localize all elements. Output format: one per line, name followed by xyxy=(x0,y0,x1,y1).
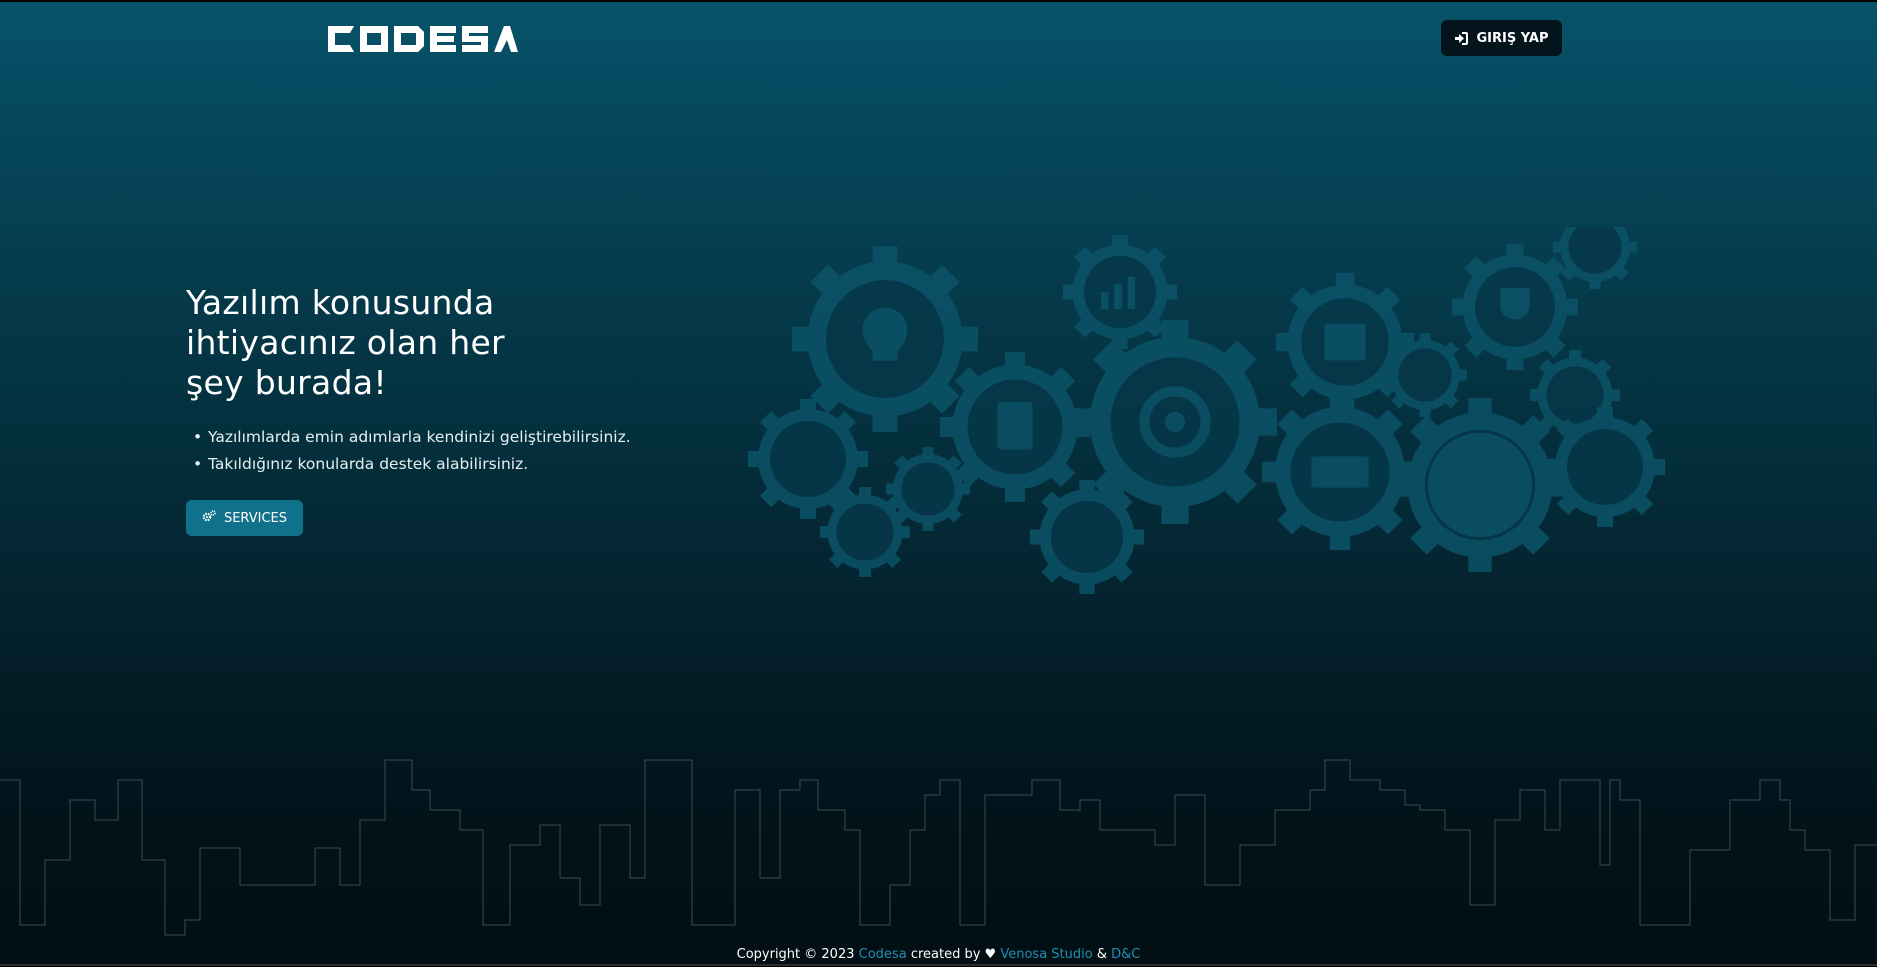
footer: Copyright © 2023 Codesa created by ♥ Ven… xyxy=(0,946,1877,964)
handshake-gear-icon xyxy=(1393,398,1567,572)
ampersand-text: & xyxy=(1096,947,1107,962)
services-button[interactable]: SERVICES xyxy=(186,500,303,536)
document-gear-icon xyxy=(940,352,1090,502)
feature-list: • Yazılımlarda emin adımlarla kendinizi g… xyxy=(193,424,631,478)
brand-link[interactable]: Codesa xyxy=(859,947,907,962)
feature-text: Yazılımlarda emin adımlarla kendinizi ge… xyxy=(208,428,631,446)
pencil-gear-icon xyxy=(1030,480,1144,594)
list-item: • Yazılımlarda emin adımlarla kendinizi g… xyxy=(193,424,631,451)
trophy-gear-icon xyxy=(1452,244,1578,370)
created-by-text: created by ♥ xyxy=(910,947,997,962)
city-skyline xyxy=(0,759,1877,936)
megaphone-gear-icon xyxy=(1545,407,1665,527)
bar-chart-gear-icon xyxy=(1063,235,1177,349)
landing-page: GIRIŞ YAP Yazılım konusunda ihtiyacınız … xyxy=(0,2,1877,966)
calendar-gear-icon xyxy=(1276,273,1414,411)
tie-gear-icon xyxy=(820,487,910,577)
bullet-marker: • xyxy=(193,455,203,473)
monitor-gear-icon xyxy=(1553,227,1637,289)
hero-title-line: ihtiyacınız olan her xyxy=(186,323,505,362)
feature-text: Takıldığınız konularda destek alabilirsi… xyxy=(208,455,529,473)
hero-title: Yazılım konusunda ihtiyacınız olan her ş… xyxy=(186,283,606,403)
services-label: SERVICES xyxy=(223,510,288,526)
studio-link[interactable]: Venosa Studio xyxy=(1000,947,1092,962)
sign-in-icon xyxy=(1454,31,1469,45)
list-item: • Takıldığınız konularda destek alabilirs… xyxy=(193,451,631,478)
gears-icon xyxy=(202,510,216,526)
lightbulb-gear-icon xyxy=(792,246,978,432)
login-label: GIRIŞ YAP xyxy=(1476,30,1549,46)
hero-title-line: Yazılım konusunda xyxy=(186,283,495,322)
partner-link[interactable]: D&C xyxy=(1111,947,1140,962)
search-gear-icon xyxy=(1383,333,1467,417)
hero-title-line: şey burada! xyxy=(186,363,387,402)
copyright-text: Copyright © 2023 xyxy=(736,947,855,962)
money-gear-icon xyxy=(1262,394,1418,550)
bullet-marker: • xyxy=(193,428,203,446)
codesa-logo[interactable] xyxy=(324,22,518,56)
gears-illustration xyxy=(748,227,1665,594)
login-button[interactable]: GIRIŞ YAP xyxy=(1441,20,1562,56)
